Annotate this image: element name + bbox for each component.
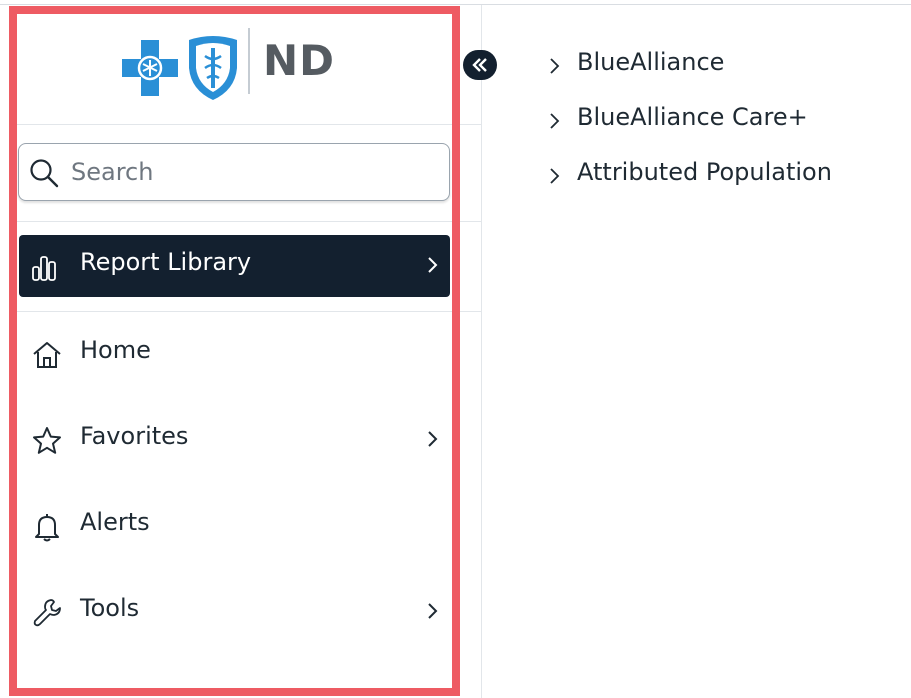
chevron-right-icon (428, 257, 438, 273)
wrench-icon (33, 599, 61, 627)
search-icon (30, 159, 59, 188)
tree-item-label: BlueAlliance Care+ (577, 103, 808, 131)
divider (17, 311, 482, 312)
panel-divider (481, 5, 482, 698)
logo-area[interactable]: ND (17, 14, 452, 124)
bell-icon (35, 514, 59, 542)
blue-shield-logo-icon (189, 36, 237, 100)
nav-item-label: Favorites (80, 422, 189, 450)
search-input[interactable] (71, 155, 431, 189)
bar-chart-icon (32, 256, 56, 281)
chevron-right-icon (428, 603, 438, 619)
double-chevron-left-icon (472, 58, 487, 72)
nav-item-tools[interactable]: Tools (19, 581, 450, 643)
nav-item-report-library[interactable]: Report Library (19, 235, 450, 297)
nav-item-alerts[interactable]: Alerts (19, 495, 450, 557)
logo-text: ND (263, 36, 336, 85)
page-top-border (0, 4, 911, 5)
chevron-right-icon (550, 168, 560, 184)
blue-cross-logo-icon (122, 40, 178, 96)
logo-divider (248, 28, 250, 94)
nav-item-label: Report Library (80, 248, 252, 276)
home-icon (33, 342, 61, 368)
star-icon (33, 427, 61, 454)
nav-item-label: Tools (80, 594, 140, 622)
divider (17, 124, 482, 125)
chevron-right-icon (428, 431, 438, 447)
nav-item-favorites[interactable]: Favorites (19, 409, 450, 471)
chevron-right-icon (550, 58, 560, 74)
search-box[interactable] (18, 143, 450, 201)
collapse-sidebar-button[interactable] (463, 50, 497, 80)
nav-item-home[interactable]: Home (19, 323, 450, 385)
chevron-right-icon (550, 113, 560, 129)
tree-item-label: Attributed Population (577, 158, 832, 186)
tree-item-label: BlueAlliance (577, 48, 725, 76)
nav-item-label: Home (80, 336, 151, 364)
nav-item-label: Alerts (80, 508, 150, 536)
divider (17, 221, 482, 222)
